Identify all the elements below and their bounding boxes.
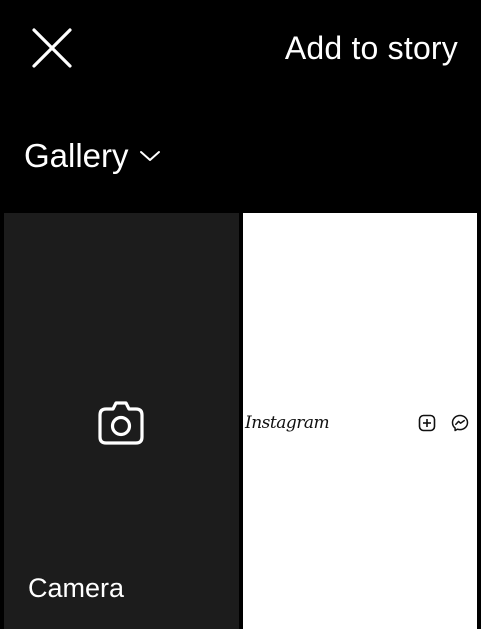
messenger-icon (451, 414, 469, 432)
camera-label: Camera (28, 573, 125, 603)
chevron-down-icon (139, 151, 160, 161)
camera-tile[interactable]: Camera (4, 213, 239, 629)
page-title: Add to story (284, 30, 458, 66)
add-to-story-screen: Add to story Gallery Camera Instagram (0, 0, 481, 629)
gallery-photo-thumbnail[interactable]: Instagram (243, 213, 477, 629)
media-grid: Camera Instagram (4, 213, 477, 629)
gallery-selector-label: Gallery (24, 137, 129, 174)
gallery-selector-dropdown[interactable]: Gallery (24, 134, 161, 178)
add-square-icon (418, 414, 436, 432)
close-x-icon (32, 28, 72, 68)
instagram-wordmark: Instagram (245, 413, 330, 433)
camera-icon (98, 401, 144, 445)
close-button[interactable] (24, 20, 80, 76)
